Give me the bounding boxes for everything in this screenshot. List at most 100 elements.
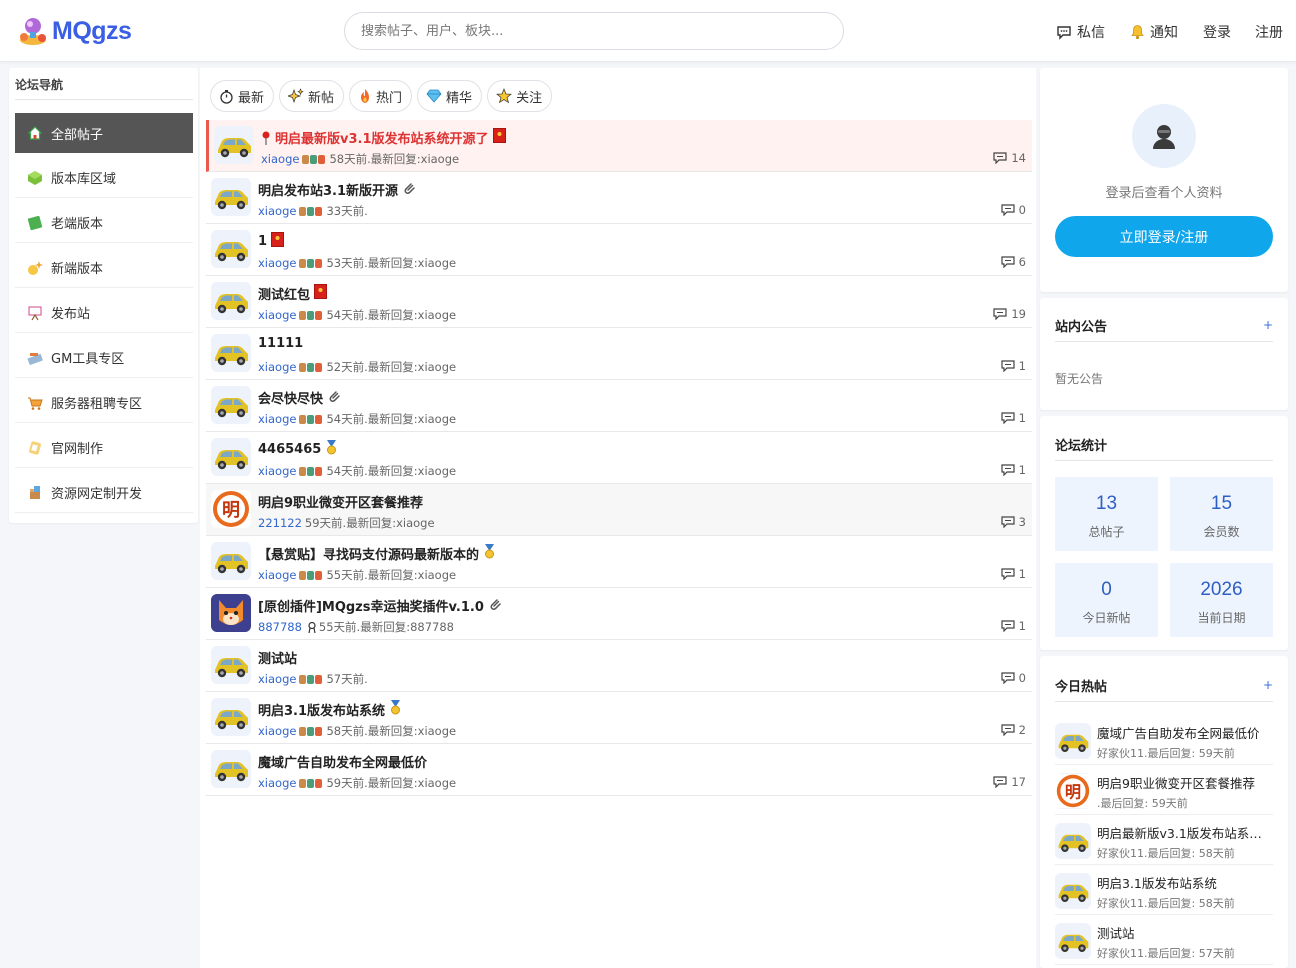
post-row[interactable]: 【悬赏贴】寻找码支付源码最新版本的 xiaoge 55天前 .最新回复:xiaog… (206, 536, 1032, 588)
avatar[interactable] (211, 594, 251, 632)
hot-post-title[interactable]: 明启9职业微变开区套餐推荐 (1097, 773, 1273, 792)
user-badges-icon (299, 570, 323, 580)
post-row[interactable]: 会尽快尽快 xiaoge 54天前 .最新回复:xiaoge 1 (206, 380, 1032, 432)
hot-post-item[interactable]: 明启3.1版发布站系统 好家伙11.最后回复: 58天前 (1055, 865, 1273, 915)
hot-post-title[interactable]: 测试站 (1097, 923, 1273, 942)
post-author[interactable]: xiaoge (258, 672, 296, 686)
sidebar-item-3[interactable]: 新端版本 (15, 248, 193, 288)
post-title[interactable]: 明启最新版v3.1版发布站系统开源了 (261, 128, 506, 147)
post-title[interactable]: 会尽快尽快 (258, 388, 341, 407)
avatar[interactable] (211, 334, 251, 372)
post-row[interactable]: 明 明启9职业微变开区套餐推荐 221122 59天前 .最新回复:xiaoge … (206, 484, 1032, 536)
post-author[interactable]: xiaoge (258, 256, 296, 270)
hot-post-item[interactable]: 明 明启9职业微变开区套餐推荐 .最后回复: 59天前 (1055, 765, 1273, 815)
post-row[interactable]: 明启3.1版发布站系统 xiaoge 58天前 .最新回复:xiaoge 2 (206, 692, 1032, 744)
sidebar-item-5[interactable]: GM工具专区 (15, 338, 193, 378)
avatar[interactable] (211, 282, 251, 320)
hot-post-item[interactable]: 魔域广告自助发布全网最低价 好家伙11.最后回复: 59天前 (1055, 715, 1273, 765)
hot-post-title[interactable]: 魔域广告自助发布全网最低价 (1097, 723, 1273, 742)
post-meta: xiaoge 52天前 .最新回复:xiaoge (258, 359, 456, 375)
register-link[interactable]: 注册 (1255, 22, 1283, 42)
avatar (1055, 873, 1091, 909)
login-link[interactable]: 登录 (1203, 22, 1231, 42)
post-row[interactable]: 测试站 xiaoge 57天前. 0 (206, 640, 1032, 692)
avatar[interactable] (211, 178, 251, 216)
sidebar-item-2[interactable]: 老端版本 (15, 203, 193, 243)
post-author[interactable]: xiaoge (258, 464, 296, 478)
login-register-button[interactable]: 立即登录/注册 (1055, 216, 1273, 257)
comment-icon (993, 776, 1007, 788)
avatar[interactable] (211, 386, 251, 424)
chat-icon (1056, 25, 1072, 40)
sidebar-item-4[interactable]: 发布站 (15, 293, 193, 333)
post-time: 58天前 (326, 724, 365, 738)
messages-link[interactable]: 私信 (1056, 22, 1105, 42)
post-author[interactable]: xiaoge (258, 204, 296, 218)
user-badges-icon (299, 674, 323, 684)
post-row[interactable]: [原创插件]MQgzs幸运抽奖插件v.1.0 887788 55天前 .最新回复:… (206, 588, 1032, 640)
sidebar-item-1[interactable]: 版本库区域 (15, 158, 193, 198)
notice-more-button[interactable]: + (1263, 318, 1273, 332)
reply-count: 1 (1001, 463, 1026, 477)
avatar[interactable] (211, 542, 251, 580)
user-silhouette-icon (1153, 125, 1175, 149)
post-row[interactable]: 测试红包 xiaoge 54天前 .最新回复:xiaoge 19 (206, 276, 1032, 328)
avatar[interactable] (214, 126, 254, 164)
post-title[interactable]: 测试站 (258, 648, 297, 667)
hot-post-item[interactable]: 明启最新版v3.1版发布站系统开源了 好家伙11.最后回复: 58天前 (1055, 815, 1273, 865)
stat-members: 15 会员数 (1170, 477, 1273, 551)
sidebar-item-0[interactable]: 全部帖子 (15, 113, 193, 153)
post-author[interactable]: xiaoge (258, 360, 296, 374)
post-title[interactable]: 11111 (258, 336, 303, 351)
post-row[interactable]: 魔域广告自助发布全网最低价 xiaoge 59天前 .最新回复:xiaoge 17 (206, 744, 1032, 796)
post-title[interactable]: 明启发布站3.1新版开源 (258, 180, 416, 199)
reply-count: 6 (1001, 255, 1026, 269)
post-row[interactable]: 11111 xiaoge 52天前 .最新回复:xiaoge 1 (206, 328, 1032, 380)
avatar[interactable]: 明 (211, 490, 251, 528)
post-row[interactable]: 明启发布站3.1新版开源 xiaoge 33天前. 0 (206, 172, 1032, 224)
post-row[interactable]: 1 xiaoge 53天前 .最新回复:xiaoge 6 (206, 224, 1032, 276)
post-title[interactable]: 1 (258, 232, 285, 251)
tab-1[interactable]: 新帖 (279, 80, 345, 112)
avatar[interactable] (211, 646, 251, 684)
post-row[interactable]: 明启最新版v3.1版发布站系统开源了 xiaoge 58天前 .最新回复:xiao… (206, 120, 1032, 172)
avatar[interactable] (211, 750, 251, 788)
post-row[interactable]: 4465465 xiaoge 54天前 .最新回复:xiaoge 1 (206, 432, 1032, 484)
post-title[interactable]: [原创插件]MQgzs幸运抽奖插件v.1.0 (258, 596, 502, 615)
post-author[interactable]: xiaoge (258, 308, 296, 322)
post-meta: 221122 59天前 .最新回复:xiaoge (258, 515, 435, 531)
post-author[interactable]: xiaoge (258, 412, 296, 426)
notifications-link[interactable]: 通知 (1130, 22, 1178, 42)
post-time: 53天前 (326, 256, 365, 270)
site-logo[interactable]: MQgzs (16, 14, 132, 48)
hot-post-title[interactable]: 明启3.1版发布站系统 (1097, 873, 1273, 892)
post-title[interactable]: 魔域广告自助发布全网最低价 (258, 752, 427, 771)
post-author[interactable]: xiaoge (261, 152, 299, 166)
post-author[interactable]: 221122 (258, 516, 302, 530)
search-input[interactable] (344, 12, 844, 50)
avatar[interactable] (211, 698, 251, 736)
hot-post-title[interactable]: 明启最新版v3.1版发布站系统开源了 (1097, 823, 1273, 842)
post-author[interactable]: 887788 (258, 620, 302, 634)
post-title[interactable]: 明启3.1版发布站系统 (258, 700, 402, 719)
tab-0[interactable]: 最新 (210, 80, 275, 112)
post-title[interactable]: 明启9职业微变开区套餐推荐 (258, 492, 423, 511)
post-title[interactable]: 4465465 (258, 440, 338, 459)
car-avatar-icon (1055, 873, 1091, 909)
post-title[interactable]: 测试红包 (258, 284, 328, 303)
tab-2[interactable]: 热门 (349, 80, 413, 112)
sidebar-item-6[interactable]: 服务器租聘专区 (15, 383, 193, 423)
hot-more-button[interactable]: + (1263, 678, 1273, 692)
tab-3[interactable]: 精华 (417, 80, 483, 112)
post-author[interactable]: xiaoge (258, 724, 296, 738)
hot-post-item[interactable]: 测试站 好家伙11.最后回复: 57天前 (1055, 915, 1273, 965)
tab-4[interactable]: 关注 (487, 80, 553, 112)
avatar[interactable] (211, 438, 251, 476)
sidebar-item-7[interactable]: 官网制作 (15, 428, 193, 468)
avatar[interactable] (211, 230, 251, 268)
post-author[interactable]: xiaoge (258, 776, 296, 790)
stat-value: 0 (1101, 579, 1112, 600)
sidebar-item-8[interactable]: 资源网定制开发 (15, 473, 193, 513)
post-author[interactable]: xiaoge (258, 568, 296, 582)
post-title[interactable]: 【悬赏贴】寻找码支付源码最新版本的 (258, 544, 496, 563)
